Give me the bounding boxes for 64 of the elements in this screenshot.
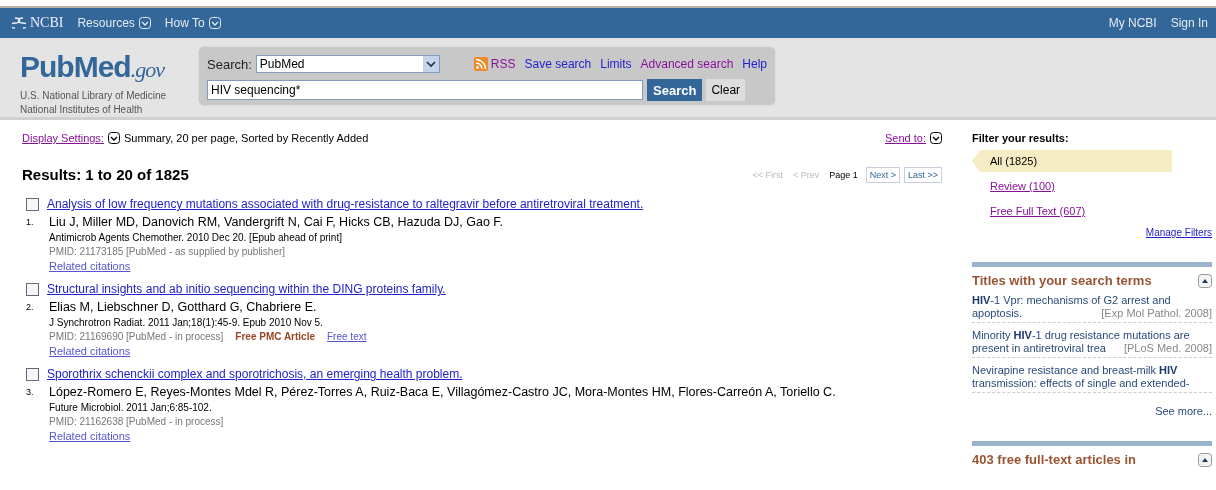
search-button[interactable]: Search — [647, 79, 703, 101]
result-title[interactable]: Structural insights and ab initio sequencing within the DING proteins family. — [47, 282, 446, 296]
search-link[interactable]: Help — [742, 57, 767, 71]
free-article-label: Free PMC Article — [235, 330, 315, 344]
panel-heading: Titles with your search terms — [972, 273, 1152, 288]
filter-item[interactable]: Free Full Text (607) — [972, 200, 1172, 222]
free-text-link[interactable]: Free text — [327, 330, 367, 344]
result-number: 2. — [25, 302, 35, 312]
nav-menu[interactable]: Resources — [77, 16, 151, 30]
dropdown-icon[interactable] — [930, 132, 942, 144]
top-link[interactable]: Sign In — [1170, 16, 1208, 30]
database-select[interactable]: PubMed — [255, 55, 440, 73]
pager-button[interactable]: Last >> — [903, 166, 942, 183]
pmid-text: PMID: 21169690 [PubMed - in process] — [49, 330, 224, 344]
collapse-icon[interactable] — [1198, 452, 1212, 467]
search-label: Search: — [207, 56, 252, 72]
related-title-link[interactable]: Nevirapine resistance and breast-milk HIV transmission: effects of single and extended- — [972, 362, 1212, 393]
display-settings-link[interactable]: Display Settings: — [22, 132, 104, 144]
nav-menu[interactable]: How To — [164, 16, 221, 30]
related-title-link[interactable]: Minority HIV-1 drug resistance mutations are present in antiretroviral trea [PLoS Med. 2008] — [972, 327, 1212, 358]
journal-citation: Antimicrob Agents Chemother. 2010 Dec 20. [Epub ahead of print] — [49, 231, 343, 245]
clear-button[interactable]: Clear — [706, 79, 746, 101]
pager-button[interactable]: Next > — [865, 166, 900, 183]
journal-citation: J Synchrotron Radiat. 2011 Jan;18(1):45-9. Epub 2010 Nov 5. — [49, 316, 324, 330]
result-title[interactable]: Sporothrix schenckii complex and sporotrichosis, an emerging health problem. — [47, 367, 463, 381]
related-citations-link[interactable]: Related citations — [49, 430, 131, 442]
helix-icon — [12, 16, 26, 30]
display-summary: Summary, 20 per page, Sorted by Recently Added — [123, 132, 369, 144]
search-link[interactable]: Advanced search — [640, 57, 734, 71]
ncbi-logo[interactable]: NCBI — [30, 15, 64, 31]
collapse-icon[interactable] — [1198, 273, 1212, 288]
result-number: 3. — [25, 387, 35, 397]
related-citations-link[interactable]: Related citations — [49, 345, 131, 357]
search-link[interactable]: Save search — [524, 57, 592, 71]
search-link[interactable]: Limits — [600, 57, 632, 71]
filter-item[interactable]: Review (100) — [972, 175, 1172, 197]
dropdown-icon[interactable] — [107, 132, 120, 144]
top-link[interactable]: My NCBI — [1108, 16, 1157, 30]
rss-link[interactable]: RSS — [490, 57, 516, 71]
result-authors: Liu J, Miller MD, Danovich RM, Vandergrift N, Cai F, Hicks CB, Hazuda DJ, Gao F. — [49, 215, 504, 229]
result-authors: López-Romero E, Reyes-Montes Mdel R, Pérez-Torres A, Ruiz-Baca E, Villagómez-Castro JC, Mora-Montes HM, Flores-Carreón A, Toriello C. — [49, 385, 836, 399]
org-name: U.S. National Library of Medicine — [20, 89, 168, 103]
manage-filters-link[interactable]: Manage Filters — [1145, 227, 1212, 238]
related-title-link[interactable]: HIV-1 Vpr: mechanisms of G2 arrest and apoptosis. [Exp Mol Pathol. 2008] — [972, 292, 1212, 323]
pmid-text: PMID: 21173185 [PubMed - as supplied by publisher] — [49, 245, 286, 259]
see-more-link[interactable]: See more... — [972, 405, 1212, 417]
filter-item[interactable]: All (1825) — [972, 150, 1172, 172]
filter-heading: Filter your results: — [972, 132, 1070, 144]
result-number: 1. — [25, 217, 35, 227]
results-heading: Results: 1 to 20 of 1825 — [22, 166, 190, 183]
checkbox[interactable] — [26, 367, 39, 381]
org-name: National Institutes of Health — [20, 103, 144, 117]
checkbox[interactable] — [26, 282, 39, 296]
pmid-text: PMID: 21162638 [PubMed - in process] — [49, 415, 224, 429]
send-to-link[interactable]: Send to: — [885, 132, 926, 144]
page-indicator: Page 1 — [829, 169, 858, 180]
checkbox[interactable] — [26, 197, 39, 211]
journal-citation: Future Microbiol. 2011 Jan;6:85-102. — [49, 401, 213, 415]
result-title[interactable]: Analysis of low frequency mutations associated with drug-resistance to raltegravir before antiretroviral treatment. — [47, 197, 644, 211]
related-citations-link[interactable]: Related citations — [49, 260, 131, 272]
pubmed-logo[interactable]: PubMed.gov — [20, 52, 198, 85]
search-field[interactable]: HIV sequencing* — [207, 80, 643, 100]
result-authors: Elias M, Liebschner D, Gotthard G, Chabriere E. — [49, 300, 317, 314]
panel-heading: 403 free full-text articles in — [972, 452, 1136, 467]
